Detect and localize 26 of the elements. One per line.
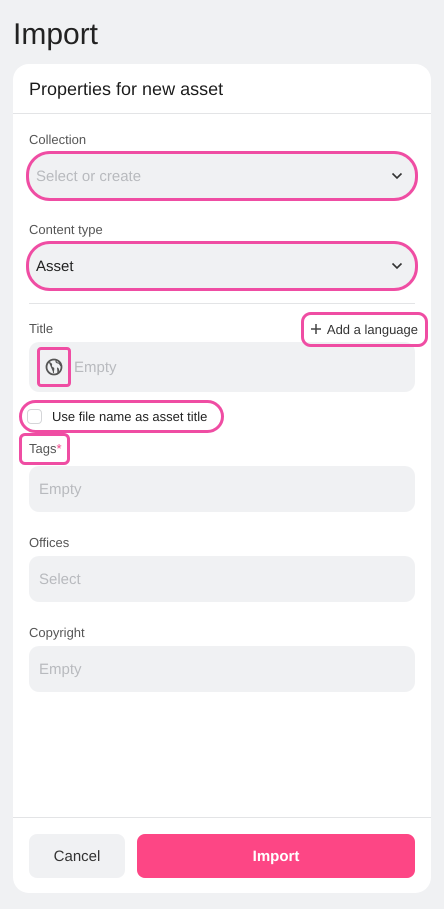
import-button[interactable]: Import (137, 834, 415, 878)
globe-icon (45, 358, 63, 376)
input-field[interactable]: Empty (29, 646, 415, 692)
placeholder-text: Select or create (36, 168, 142, 184)
placeholder-text: Select (39, 570, 81, 588)
placeholder-text: Empty (39, 480, 82, 498)
field-label: Title (28, 320, 54, 338)
input-field[interactable]: Empty (29, 466, 415, 512)
dropdown-field[interactable]: Asset (26, 241, 418, 291)
input-field[interactable]: Select (29, 556, 415, 602)
field-label: Copyright (28, 624, 86, 642)
field-value: Asset (36, 258, 74, 274)
input-field[interactable]: Empty (29, 342, 415, 392)
placeholder-text: Empty (39, 660, 82, 678)
checkbox-option[interactable]: Use file name as asset title (19, 400, 224, 433)
field-label: Offices (28, 534, 70, 552)
plus-icon (310, 324, 321, 334)
field-label: Collection (28, 131, 88, 149)
field-label: Content type (28, 221, 104, 239)
card-title: Properties for new asset (13, 64, 431, 114)
placeholder-text: Empty (74, 358, 117, 376)
page-title: Import (13, 17, 98, 53)
chevron-down-icon (391, 262, 403, 270)
dropdown-field[interactable]: Select or create (26, 151, 418, 201)
cancel-button[interactable]: Cancel (29, 834, 125, 878)
chevron-down-icon (391, 172, 403, 180)
